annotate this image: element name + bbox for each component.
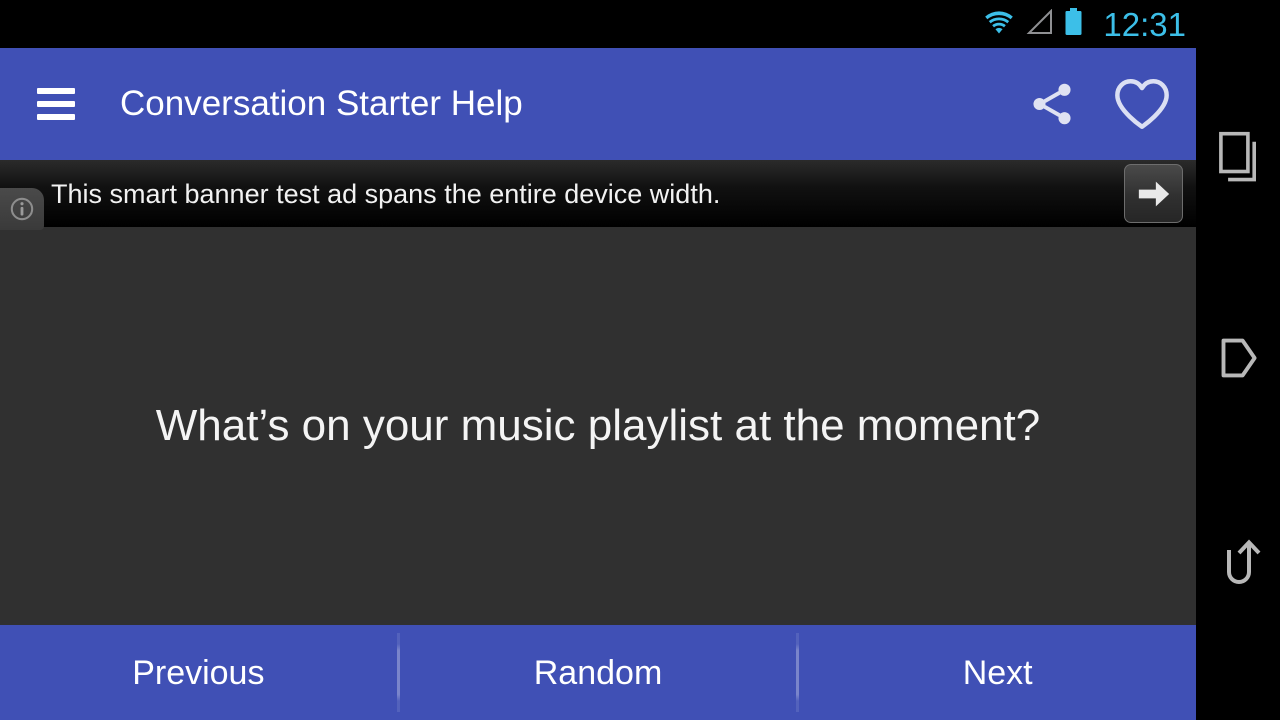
bottom-navigation-bar: Previous Random Next (0, 625, 1196, 720)
status-bar: 12:31 (0, 0, 1196, 48)
menu-bar-1 (37, 88, 75, 94)
ad-banner-text: This smart banner test ad spans the enti… (51, 178, 721, 209)
status-bar-icons: 12:31 (982, 5, 1186, 43)
back-icon[interactable] (1196, 458, 1280, 658)
menu-bar-2 (37, 101, 75, 107)
previous-button[interactable]: Previous (0, 625, 397, 720)
recents-icon[interactable] (1196, 58, 1280, 258)
ad-banner[interactable]: This smart banner test ad spans the enti… (0, 160, 1196, 230)
device-screenshot: 12:31 Conversation Starter Help This sma… (0, 0, 1280, 720)
menu-bar-3 (37, 114, 75, 120)
random-button[interactable]: Random (400, 625, 797, 720)
battery-icon (1064, 7, 1083, 41)
heart-outline-icon[interactable] (1108, 70, 1176, 138)
system-navigation-bar (1196, 0, 1280, 720)
device-app-area: 12:31 Conversation Starter Help This sma… (0, 0, 1196, 720)
share-icon[interactable] (1018, 70, 1086, 138)
status-bar-clock: 12:31 (1103, 5, 1186, 43)
content-area: What’s on your music playlist at the mom… (0, 227, 1196, 625)
next-button[interactable]: Next (799, 625, 1196, 720)
arrow-right-icon[interactable] (1124, 164, 1183, 223)
info-circle-icon[interactable] (0, 188, 44, 230)
app-bar: Conversation Starter Help (0, 48, 1196, 160)
cellular-signal-icon (1025, 8, 1055, 40)
hamburger-menu-icon[interactable] (37, 88, 75, 120)
page-title: Conversation Starter Help (120, 84, 523, 123)
home-icon[interactable] (1196, 258, 1280, 458)
conversation-starter-question: What’s on your music playlist at the mom… (155, 401, 1041, 450)
wifi-icon (982, 9, 1016, 40)
